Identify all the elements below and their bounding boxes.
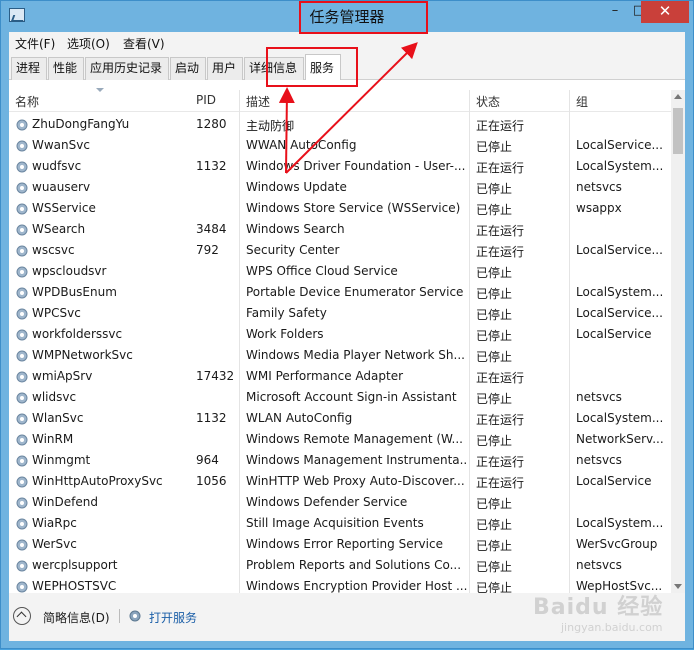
baidu-watermark: Baidu 经验 — [533, 595, 664, 620]
annotation-arrow-up — [278, 87, 295, 174]
annotation-arrow-diagonal — [285, 42, 418, 174]
annotation-arrows — [278, 42, 418, 174]
baidu-watermark-url: jingyan.baidu.com — [561, 621, 663, 634]
task-manager-window: 任务管理器 – □ ✕ 文件(F) 选项(O) 查看(V) 进程 性能 应用历史… — [0, 0, 694, 649]
